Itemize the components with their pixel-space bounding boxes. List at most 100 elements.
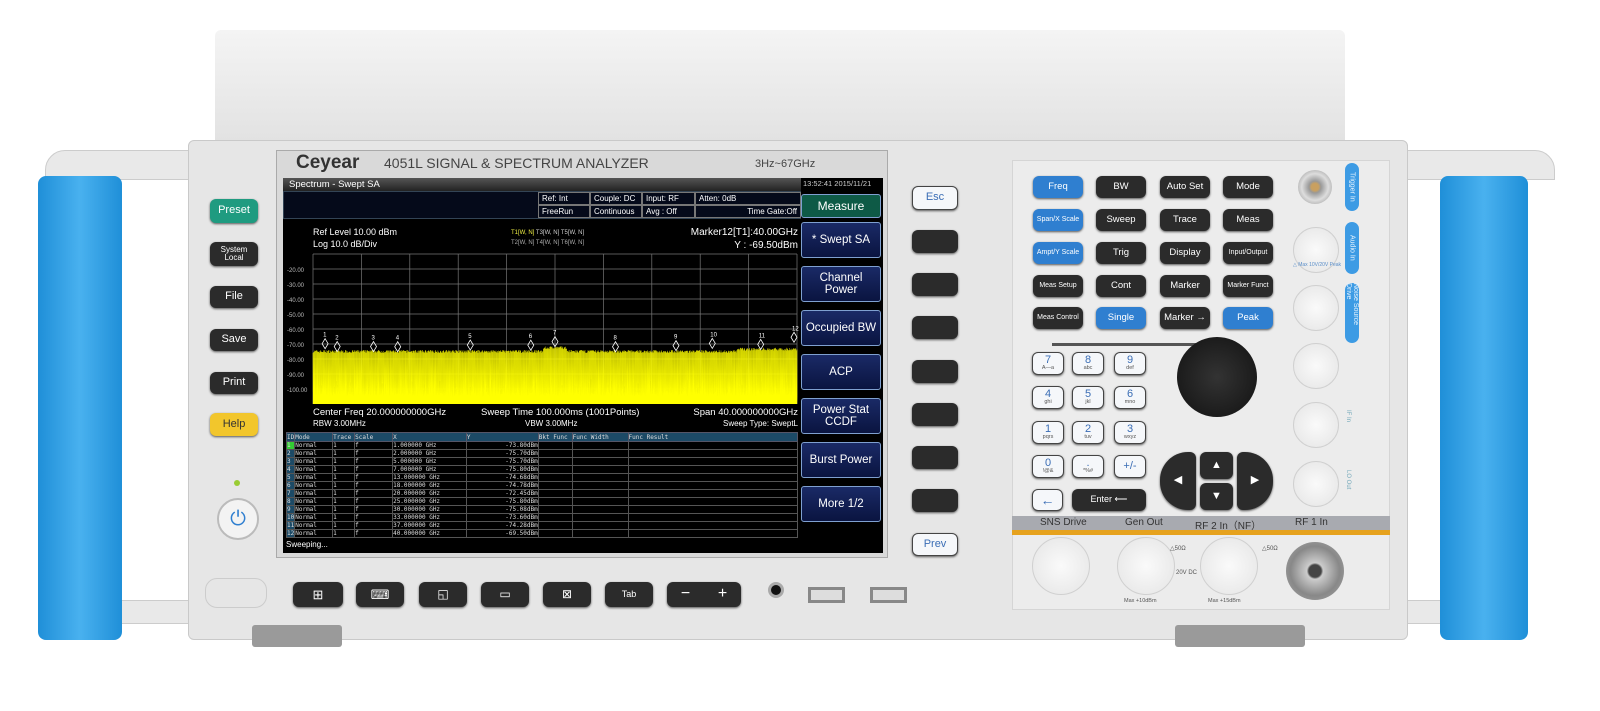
key-span-x-scale[interactable]: Span/X Scale: [1033, 209, 1083, 231]
system-local-button[interactable]: System Local: [210, 242, 258, 266]
numpad-key[interactable]: 3 wxyz: [1114, 421, 1146, 444]
key-ampt-y-scale[interactable]: Ampt/Y Scale: [1033, 242, 1083, 264]
save-button[interactable]: Save: [210, 329, 258, 351]
softkey-acp[interactable]: ACP: [801, 354, 881, 390]
rotary-knob[interactable]: [1177, 337, 1257, 417]
softkey-hard-button[interactable]: [912, 316, 958, 339]
numpad-key[interactable]: . *%#: [1072, 455, 1104, 478]
table-row[interactable]: 6 Normal 1 f 18.000000 GHz -74.78dBm: [285, 481, 799, 490]
port[interactable]: [1293, 343, 1339, 389]
lo-out-port[interactable]: [1293, 461, 1339, 507]
marker-diamond[interactable]: [790, 331, 798, 344]
rf1-in-connector[interactable]: [1286, 542, 1344, 600]
table-row[interactable]: 9 Normal 1 f 30.000000 GHz -75.08dBm: [285, 505, 799, 514]
enter-button[interactable]: Enter ⟵: [1072, 489, 1146, 511]
marker-diamond[interactable]: [612, 340, 619, 353]
marker-diamond[interactable]: [708, 337, 716, 350]
key-meas-setup[interactable]: Meas Setup: [1033, 275, 1083, 297]
print-button[interactable]: Print: [210, 372, 258, 394]
table-row[interactable]: 10 Normal 1 f 33.000000 GHz -73.60dBm: [285, 513, 799, 522]
power-icon[interactable]: ⏻: [217, 498, 259, 540]
key-meas[interactable]: Meas: [1223, 209, 1273, 231]
windows-key-icon[interactable]: ⊞: [293, 582, 343, 607]
backspace-icon[interactable]: ←: [1032, 489, 1063, 511]
window-resize-icon[interactable]: ◱: [419, 582, 467, 607]
plus-button[interactable]: +: [718, 585, 727, 603]
marker-diamond[interactable]: [394, 340, 402, 353]
softkey-power-stat-ccdf[interactable]: Power Stat CCDF: [801, 398, 881, 434]
numpad-key[interactable]: 9 def: [1114, 352, 1146, 375]
softkey-hard-button[interactable]: [912, 360, 958, 383]
softkey-hard-button[interactable]: [912, 273, 958, 296]
esc-button[interactable]: Esc: [912, 186, 958, 210]
softkey-swept-sa[interactable]: * Swept SA: [801, 222, 881, 258]
headphone-jack-icon[interactable]: [768, 582, 784, 598]
close-window-icon[interactable]: ⊠: [543, 582, 591, 607]
window-switch-icon[interactable]: ▭: [481, 582, 529, 607]
table-row[interactable]: 1 Normal 1 f 1.000000 GHz -73.80dBm: [285, 441, 799, 450]
key-trace[interactable]: Trace: [1160, 209, 1210, 231]
key-single[interactable]: Single: [1096, 307, 1146, 329]
if-in-port[interactable]: [1293, 402, 1339, 448]
rf2-in-port[interactable]: [1200, 537, 1258, 595]
key-input-output[interactable]: Input/Output: [1223, 242, 1273, 264]
key-trig[interactable]: Trig: [1096, 242, 1146, 264]
help-button[interactable]: Help: [210, 413, 258, 436]
softkey-hard-button[interactable]: [912, 230, 958, 253]
softkey-channel-power[interactable]: Channel Power: [801, 266, 881, 302]
sns-drive-port[interactable]: [1032, 537, 1090, 595]
key-cont[interactable]: Cont: [1096, 275, 1146, 297]
numpad-key[interactable]: 2 tuv: [1072, 421, 1104, 444]
table-row[interactable]: 8 Normal 1 f 25.000000 GHz -75.80dBm: [285, 497, 799, 506]
key-meas-control[interactable]: Meas Control: [1033, 307, 1083, 329]
marker-diamond[interactable]: [527, 339, 535, 351]
key-freq[interactable]: Freq: [1033, 176, 1083, 198]
tab-button[interactable]: Tab: [605, 582, 653, 607]
arrow-down-icon[interactable]: ▼: [1200, 483, 1233, 510]
usb-port-icon[interactable]: [870, 587, 907, 603]
numpad-key[interactable]: 1 pqrs: [1032, 421, 1064, 444]
file-button[interactable]: File: [210, 286, 258, 308]
table-row[interactable]: 3 Normal 1 f 5.000000 GHz -75.70dBm: [285, 457, 799, 466]
numpad-key[interactable]: 0 !@&: [1032, 455, 1064, 478]
key-mode[interactable]: Mode: [1223, 176, 1273, 198]
marker-diamond[interactable]: [757, 338, 765, 351]
table-row[interactable]: 12 Normal 1 f 40.000000 GHz -69.50dBm: [285, 529, 799, 538]
table-row[interactable]: 5 Normal 1 f 13.000000 GHz -74.68dBm: [285, 473, 799, 482]
minus-plus-button[interactable]: − +: [667, 582, 741, 607]
key-sweep[interactable]: Sweep: [1096, 209, 1146, 231]
table-row[interactable]: 4 Normal 1 f 7.000000 GHz -75.80dBm: [285, 465, 799, 474]
softkey-hard-button[interactable]: [912, 489, 958, 512]
numpad-key[interactable]: 4 ghi: [1032, 386, 1064, 409]
key-marker[interactable]: Marker →: [1160, 307, 1210, 329]
trigger-in-bnc[interactable]: [1298, 170, 1332, 204]
softkey-more[interactable]: More 1/2: [801, 486, 881, 522]
marker-diamond[interactable]: [333, 340, 341, 353]
noise-source-port[interactable]: [1293, 285, 1339, 331]
key-auto-set[interactable]: Auto Set: [1160, 176, 1210, 198]
softkey-burst-power[interactable]: Burst Power: [801, 442, 881, 478]
key-peak[interactable]: Peak: [1223, 307, 1273, 329]
numpad-key[interactable]: 5 jkl: [1072, 386, 1104, 409]
marker-diamond[interactable]: [672, 339, 680, 352]
right-handle[interactable]: [1440, 176, 1528, 640]
softkey-hard-button[interactable]: [912, 403, 958, 426]
numpad-key[interactable]: 7 A—a: [1032, 352, 1064, 375]
numpad-key[interactable]: 6 mno: [1114, 386, 1146, 409]
table-row[interactable]: 2 Normal 1 f 2.000000 GHz -75.70dBm: [285, 449, 799, 458]
table-row[interactable]: 7 Normal 1 f 20.000000 GHz -72.45dBm: [285, 489, 799, 498]
keyboard-icon[interactable]: ⌨: [356, 582, 404, 607]
minus-button[interactable]: −: [681, 585, 690, 603]
left-handle[interactable]: [38, 176, 122, 640]
table-row[interactable]: 11 Normal 1 f 37.000000 GHz -74.28dBm: [285, 521, 799, 530]
usb-port-icon[interactable]: [808, 587, 845, 603]
preset-button[interactable]: Preset: [210, 199, 258, 223]
arrow-up-icon[interactable]: ▲: [1200, 452, 1233, 479]
key-marker[interactable]: Marker: [1160, 275, 1210, 297]
key-bw[interactable]: BW: [1096, 176, 1146, 198]
softkey-hard-button[interactable]: [912, 446, 958, 469]
numpad-key[interactable]: +/-: [1114, 455, 1146, 478]
key-display[interactable]: Display: [1160, 242, 1210, 264]
spectrum-plot[interactable]: -20.00 -30.00 -40.00 -50.00 -60.00 -70.00 -80.…: [283, 252, 801, 404]
marker-diamond[interactable]: [370, 340, 377, 353]
